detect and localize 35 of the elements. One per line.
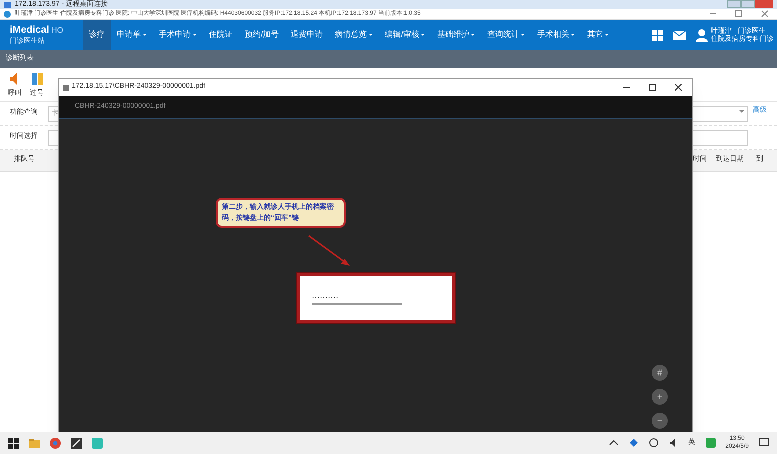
mail-icon[interactable] [673,30,686,40]
notification-icon[interactable] [759,438,769,448]
book-icon [30,72,44,86]
browser-icon[interactable] [50,438,61,448]
close-icon[interactable] [675,84,682,91]
maximize-icon[interactable] [649,84,656,91]
restore-icon[interactable] [735,10,743,18]
windows-icon[interactable] [8,438,19,448]
user-icon[interactable] [696,28,708,42]
dropdown-caret-icon[interactable] [739,110,745,113]
zoom-button[interactable]: # [652,365,668,381]
menu-item[interactable]: 编辑/审核 [379,20,432,50]
menu-item[interactable]: 基础维护 [431,20,482,50]
folder-icon[interactable] [29,438,40,448]
menu-item[interactable]: 手术相关 [531,20,582,50]
menu-item[interactable]: 诊疗 [83,20,111,50]
menu-item[interactable]: 退费申请 [285,20,330,50]
password-field[interactable]: ·········· [312,291,402,305]
document-icon [63,84,69,90]
arrow [308,235,351,267]
diamond-icon[interactable] [628,438,639,448]
zoom-button[interactable]: + [652,389,668,405]
grid-icon[interactable] [652,30,663,40]
menu-item[interactable]: 预约/加号 [239,20,286,50]
menu-item[interactable]: 查询统计 [481,20,532,50]
notepad-icon[interactable] [71,438,82,448]
menu-item[interactable]: 申请单 [111,20,153,50]
tray-app-icon[interactable] [706,438,716,448]
app-logo: iMedical HO [10,26,64,36]
menu-item[interactable]: 手术申请 [153,20,203,50]
chevron-up-icon[interactable] [608,438,619,448]
menu-item[interactable]: 其它 [581,20,616,50]
menu-item[interactable]: 住院证 [203,20,239,50]
menu-item[interactable]: 病情总览 [329,20,380,50]
zoom-button[interactable]: − [652,413,668,429]
